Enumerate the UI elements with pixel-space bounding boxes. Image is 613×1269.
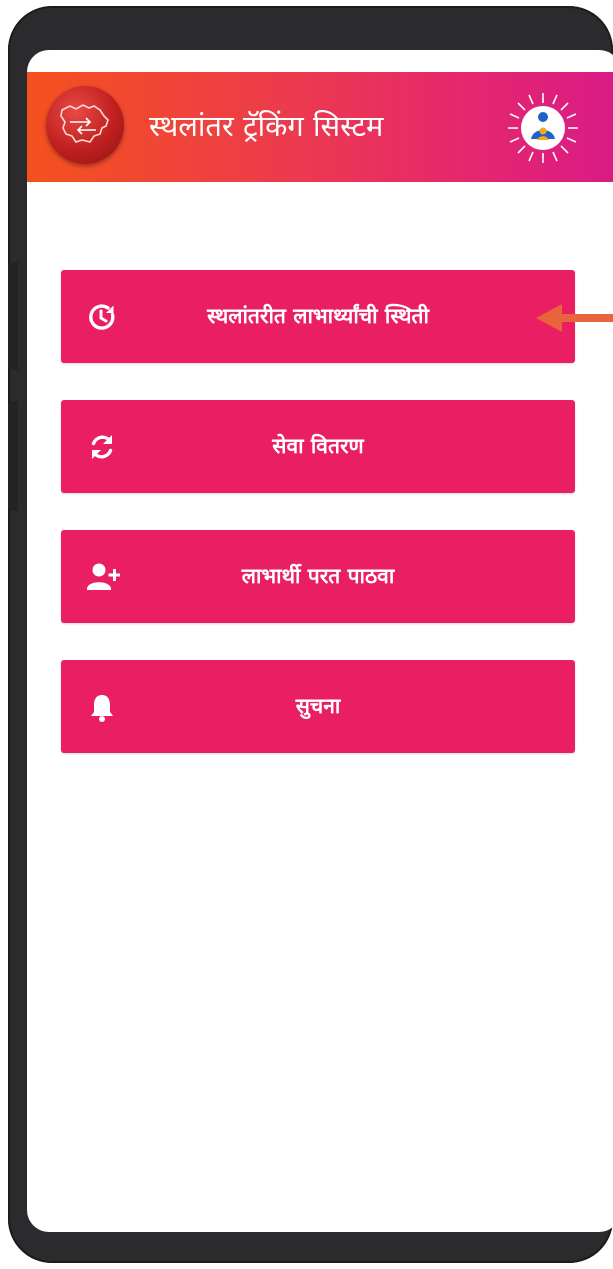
menu-button-label: सुचना xyxy=(295,694,341,718)
menu-button-migrated-beneficiary-status[interactable]: स्थलांतरीत लाभार्थ्यांची स्थिती xyxy=(61,270,575,363)
app-title: स्थलांतर ट्रॅकिंग सिस्टम xyxy=(149,109,384,143)
menu-button-notifications[interactable]: सुचना xyxy=(61,660,575,753)
app-header: स्थलांतर ट्रॅकिंग सिस्टम xyxy=(27,72,613,182)
menu-button-service-delivery[interactable]: सेवा वितरण xyxy=(61,400,575,493)
menu-button-label: स्थलांतरीत लाभार्थ्यांची स्थिती xyxy=(207,304,429,328)
menu-button-label: सेवा वितरण xyxy=(272,434,364,458)
main-menu: स्थलांतरीत लाभार्थ्यांची स्थिती सेवा वित… xyxy=(61,270,575,790)
phone-frame: स्थलांतर ट्रॅकिंग सिस्टम स्थलांतरीत लाभा… xyxy=(8,6,613,1263)
phone-screen: स्थलांतर ट्रॅकिंग सिस्टम स्थलांतरीत लाभा… xyxy=(27,50,613,1232)
menu-button-label: लाभार्थी परत पाठवा xyxy=(241,564,395,588)
menu-button-return-beneficiary[interactable]: लाभार्थी परत पाठवा xyxy=(61,530,575,623)
pointer-arrow-icon xyxy=(536,300,613,336)
phone-side-button xyxy=(8,401,18,511)
phone-side-button xyxy=(8,262,18,370)
icds-emblem-icon xyxy=(506,91,580,165)
maharashtra-map-logo-icon xyxy=(46,86,124,164)
